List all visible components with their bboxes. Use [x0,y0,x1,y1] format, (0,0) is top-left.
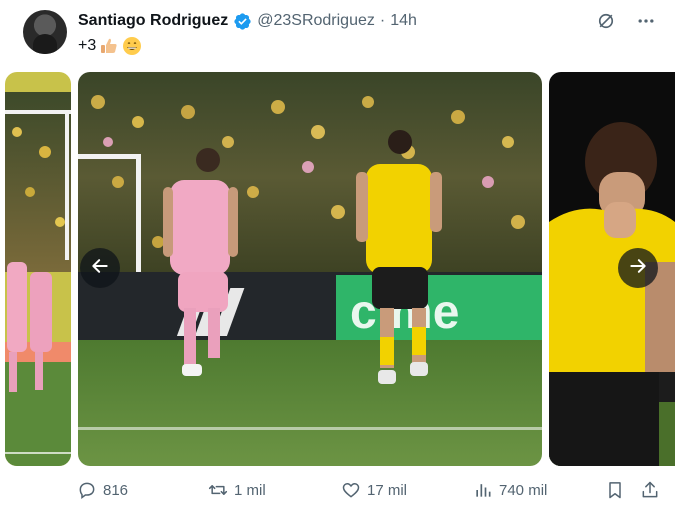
more-icon[interactable] [635,10,657,32]
media-photo-previous[interactable] [5,72,71,466]
media-carousel[interactable]: cime [5,72,675,466]
bookmark-button[interactable] [605,480,625,500]
author-name[interactable]: Santiago Rodriguez [78,12,228,30]
chevron-right-icon [628,256,648,281]
like-count: 17 mil [367,481,408,499]
reply-button[interactable]: 816 [77,480,128,500]
separator-dot: · [379,12,386,29]
tweet-text-content: +3 [78,37,97,54]
avatar[interactable] [23,10,67,54]
carousel-next-button[interactable] [618,248,658,288]
grok-icon[interactable] [595,10,617,32]
share-button[interactable] [640,480,660,500]
tweet-actions-bar: 816 1 mil 17 mil 740 mil [0,472,675,510]
tweet-card[interactable]: Santiago Rodriguez @23SRodriguez · 14h +… [0,0,675,511]
like-button[interactable]: 17 mil [341,480,407,500]
bookmark-icon [609,482,621,499]
views-icon [476,484,491,497]
author-handle[interactable]: @23SRodriguez [257,12,375,30]
repost-count: 1 mil [234,481,266,499]
reply-icon [79,482,95,499]
thumbs-up-emoji [99,36,119,56]
verified-badge-icon [233,12,252,31]
views-button[interactable]: 740 mil [473,480,547,500]
tweet-text: +3 [78,36,142,56]
chevron-left-icon [90,256,110,281]
reply-count: 816 [103,481,129,499]
repost-button[interactable]: 1 mil [208,480,266,500]
like-icon [342,482,360,498]
views-count: 740 mil [499,481,548,499]
tweet-header: Santiago Rodriguez @23SRodriguez · 14h [78,11,417,31]
timestamp[interactable]: 14h [390,12,417,30]
grinning-emoji [122,36,142,56]
media-photo-main[interactable]: cime [78,72,542,466]
share-icon [642,481,658,498]
carousel-previous-button[interactable] [80,248,120,288]
tweet-top-actions [595,10,657,32]
repost-icon [208,485,228,495]
